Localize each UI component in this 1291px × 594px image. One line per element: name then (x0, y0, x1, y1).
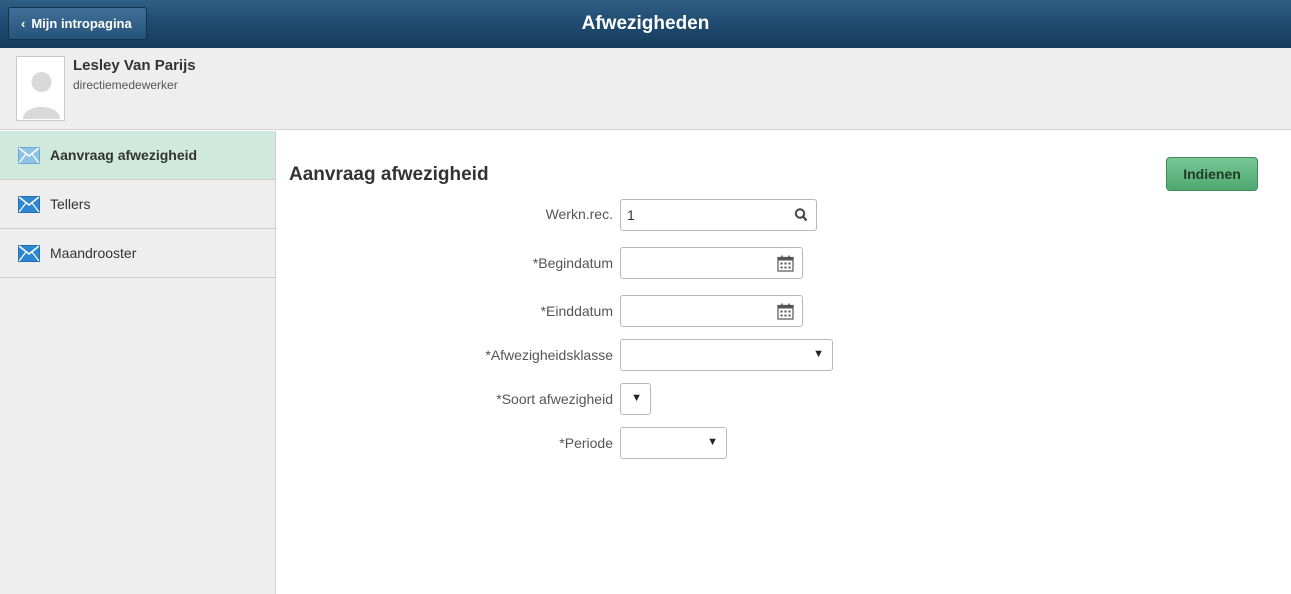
werknrec-label: Werkn.rec. (545, 206, 613, 222)
user-role: directiemedewerker (73, 78, 178, 92)
envelope-icon (18, 195, 40, 213)
calendar-icon[interactable] (777, 255, 794, 272)
werknrec-input[interactable]: 1 (620, 199, 817, 231)
begindatum-label: *Begindatum (532, 255, 613, 271)
chevron-down-icon: ▼ (631, 392, 642, 404)
soort-afwezigheid-select[interactable]: ▼ (620, 383, 651, 415)
sidebar: Aanvraag afwezigheid Tellers Maandrooste… (0, 131, 276, 594)
page-title: Afwezigheden (581, 13, 710, 34)
top-banner: ‹ Mijn intropagina Afwezigheden (0, 0, 1291, 48)
chevron-down-icon: ▼ (707, 436, 718, 448)
back-button[interactable]: ‹ Mijn intropagina (8, 7, 147, 40)
einddatum-label: *Einddatum (540, 303, 613, 319)
sidebar-item-aanvraag-afwezigheid[interactable]: Aanvraag afwezigheid (0, 131, 275, 180)
begindatum-input[interactable] (620, 247, 803, 279)
avatar (16, 56, 65, 121)
user-name: Lesley Van Parijs (73, 57, 196, 74)
sidebar-item-label: Maandrooster (50, 245, 137, 261)
periode-label: *Periode (559, 435, 613, 451)
sidebar-item-tellers[interactable]: Tellers (0, 180, 275, 229)
person-silhouette-icon (17, 57, 64, 120)
sidebar-item-maandrooster[interactable]: Maandrooster (0, 229, 275, 278)
search-icon[interactable] (794, 207, 808, 223)
main-content: Aanvraag afwezigheid Indienen Werkn.rec.… (277, 131, 1291, 594)
submit-button[interactable]: Indienen (1166, 157, 1258, 191)
calendar-icon[interactable] (777, 303, 794, 320)
sidebar-item-label: Aanvraag afwezigheid (50, 147, 198, 163)
chevron-left-icon: ‹ (21, 16, 26, 31)
envelope-icon (18, 146, 40, 164)
envelope-icon (18, 244, 40, 262)
soort-afwezigheid-label: *Soort afwezigheid (496, 391, 613, 407)
afwezigheidsklasse-select[interactable]: ▼ (620, 339, 833, 371)
werknrec-value: 1 (627, 207, 635, 223)
back-button-label: Mijn intropagina (31, 16, 132, 31)
sidebar-item-label: Tellers (50, 196, 91, 212)
chevron-down-icon: ▼ (813, 348, 824, 360)
user-bar: Lesley Van Parijs directiemedewerker (0, 48, 1291, 130)
form-title: Aanvraag afwezigheid (289, 164, 489, 185)
afwezigheidsklasse-label: *Afwezigheidsklasse (485, 347, 613, 363)
periode-select[interactable]: ▼ (620, 427, 727, 459)
einddatum-input[interactable] (620, 295, 803, 327)
